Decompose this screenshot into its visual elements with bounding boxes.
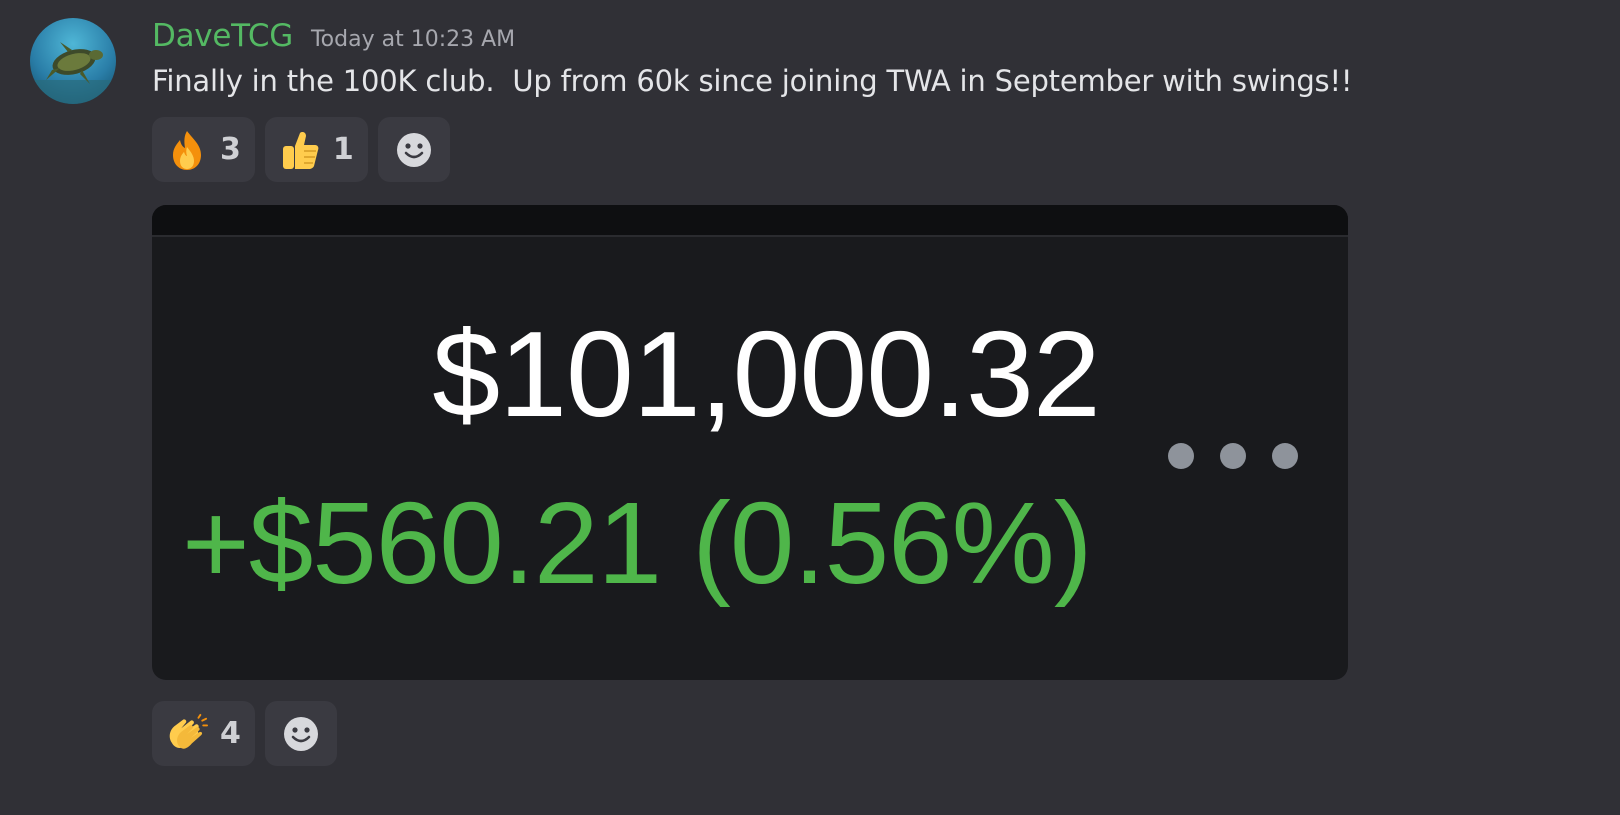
reaction-count: 3: [220, 132, 241, 167]
reaction-thumbs-up[interactable]: 1: [264, 117, 368, 182]
attachment-top-bar: [152, 205, 1348, 237]
clapping-hands-icon: [166, 713, 208, 755]
dot: [1220, 443, 1246, 469]
image-attachment[interactable]: $101,000.32 +$560.21 (0.56%): [152, 205, 1348, 680]
smiley-icon: [280, 713, 322, 755]
add-reaction-button[interactable]: [264, 701, 337, 766]
message-text: Finally in the 100K club. Up from 60k si…: [152, 64, 1353, 98]
reaction-count: 1: [332, 132, 354, 167]
reactions-bar: 3 1: [152, 117, 450, 182]
account-balance: $101,000.32: [432, 306, 1100, 442]
smiley-icon: [393, 129, 435, 171]
dot: [1272, 443, 1298, 469]
chat-message: DaveTCG Today at 10:23 AM Finally in the…: [0, 0, 1620, 815]
fire-icon: [166, 129, 208, 171]
username[interactable]: DaveTCG: [152, 18, 293, 54]
more-options-icon[interactable]: [1168, 443, 1298, 469]
daily-change: +$560.21 (0.56%): [182, 478, 1092, 608]
timestamp[interactable]: Today at 10:23 AM: [311, 27, 515, 52]
dot: [1168, 443, 1194, 469]
add-reaction-button[interactable]: [377, 117, 450, 182]
reaction-fire[interactable]: 3: [152, 117, 255, 182]
sea-turtle-icon: [30, 18, 116, 104]
reaction-count: 4: [220, 716, 241, 751]
message-header: DaveTCG Today at 10:23 AM: [152, 18, 515, 62]
reactions-bar: 4: [152, 701, 337, 766]
thumbs-up-icon: [279, 129, 321, 171]
user-avatar[interactable]: [30, 18, 116, 104]
reaction-clap[interactable]: 4: [152, 701, 255, 766]
